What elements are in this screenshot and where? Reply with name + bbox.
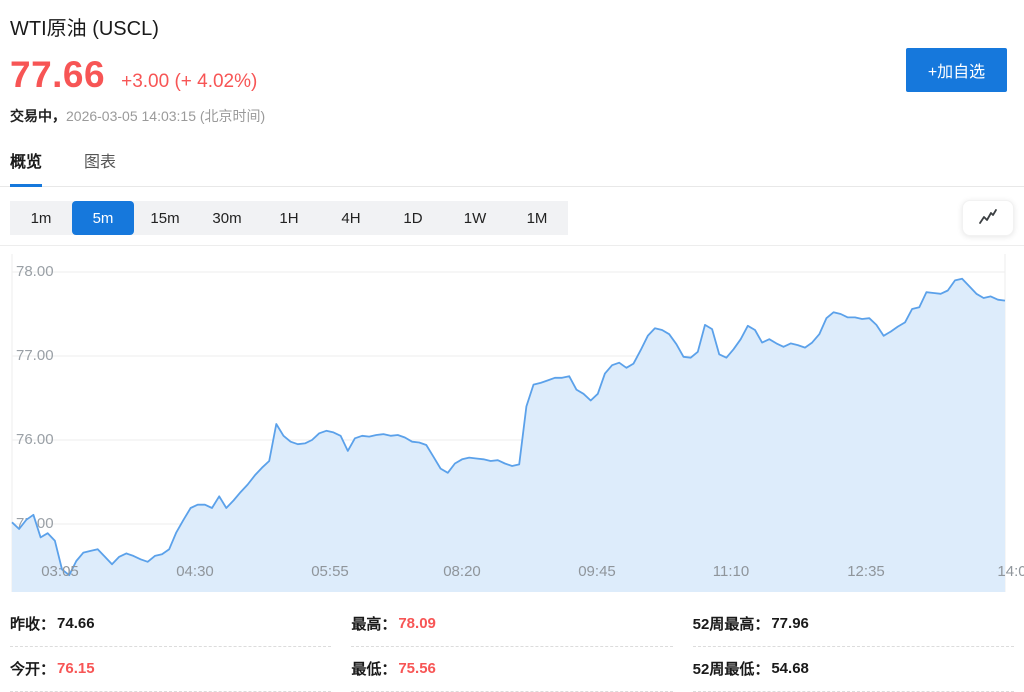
period-button-1M[interactable]: 1M (506, 201, 568, 235)
period-button-30m[interactable]: 30m (196, 201, 258, 235)
x-axis-tick: 08:20 (443, 563, 481, 580)
chart-toolbar: 1m5m15m30m1H4H1D1W1M (10, 201, 1014, 235)
x-axis-tick: 09:45 (578, 563, 616, 580)
stats-section: 昨收：74.66今开：76.15最高：78.09最低：75.5652周最高：77… (10, 602, 1014, 692)
stat-value: 74.66 (57, 615, 95, 632)
stat-value: 75.56 (398, 660, 436, 677)
current-price: 77.66 (10, 54, 105, 96)
x-axis-tick: 11:10 (713, 563, 749, 580)
add-watchlist-button[interactable]: +加自选 (906, 48, 1007, 92)
stat-label: 今开： (10, 658, 55, 679)
x-axis-tick: 04:30 (176, 563, 214, 580)
period-button-15m[interactable]: 15m (134, 201, 196, 235)
stats-column-1: 昨收：74.66今开：76.15 (10, 602, 331, 692)
price-change: +3.00 (+ 4.02%) (121, 71, 257, 93)
stat-label: 最高： (351, 613, 396, 634)
tab-chart[interactable]: 图表 (84, 148, 116, 186)
stat-value: 78.09 (398, 615, 436, 632)
period-button-1H[interactable]: 1H (258, 201, 320, 235)
x-axis-tick: 12:35 (847, 563, 885, 580)
x-axis-tick: 03:05 (41, 563, 79, 580)
stat-row: 52周最低：54.68 (693, 647, 1014, 692)
stat-label: 52周最高： (693, 613, 770, 634)
x-axis-tick: 14:0 (997, 563, 1024, 580)
period-buttons: 1m5m15m30m1H4H1D1W1M (10, 201, 568, 235)
stat-value: 54.68 (771, 660, 809, 677)
trading-status: 交易中，2026-03-05 14:03:15 (北京时间) (10, 106, 1014, 126)
y-axis-tick: 76.00 (16, 431, 54, 448)
stats-column-3: 52周最高：77.9652周最低：54.68 (693, 602, 1014, 692)
period-button-1D[interactable]: 1D (382, 201, 444, 235)
stat-label: 昨收： (10, 613, 55, 634)
stat-row: 今开：76.15 (10, 647, 331, 692)
price-area-chart[interactable]: 78.0077.0076.0075.0003:0504:3005:5508:20… (0, 246, 1024, 592)
line-chart-icon (976, 208, 1000, 228)
stat-row: 最低：75.56 (351, 647, 672, 692)
price-row: 77.66 +3.00 (+ 4.02%) (10, 54, 1014, 98)
tab-overview[interactable]: 概览 (10, 148, 42, 186)
price-area-fill (12, 279, 1005, 592)
stat-value: 76.15 (57, 660, 95, 677)
period-button-4H[interactable]: 4H (320, 201, 382, 235)
tab-bar: 概览 图表 (0, 148, 1024, 187)
period-button-5m[interactable]: 5m (72, 201, 134, 235)
page-title: WTI原油 (USCL) (10, 0, 1014, 42)
trading-status-label: 交易中， (10, 108, 66, 124)
stat-row: 最高：78.09 (351, 602, 672, 647)
chart-type-button[interactable] (962, 200, 1014, 236)
stat-row: 52周最高：77.96 (693, 602, 1014, 647)
y-axis-tick: 77.00 (16, 347, 54, 364)
stat-label: 最低： (351, 658, 396, 679)
stat-row: 昨收：74.66 (10, 602, 331, 647)
period-button-1m[interactable]: 1m (10, 201, 72, 235)
y-axis-tick: 78.00 (16, 263, 54, 280)
trading-status-time: 2026-03-05 14:03:15 (北京时间) (66, 108, 265, 124)
stats-column-2: 最高：78.09最低：75.56 (351, 602, 672, 692)
x-axis-tick: 05:55 (311, 563, 349, 580)
period-button-1W[interactable]: 1W (444, 201, 506, 235)
stat-label: 52周最低： (693, 658, 770, 679)
stat-value: 77.96 (771, 615, 809, 632)
